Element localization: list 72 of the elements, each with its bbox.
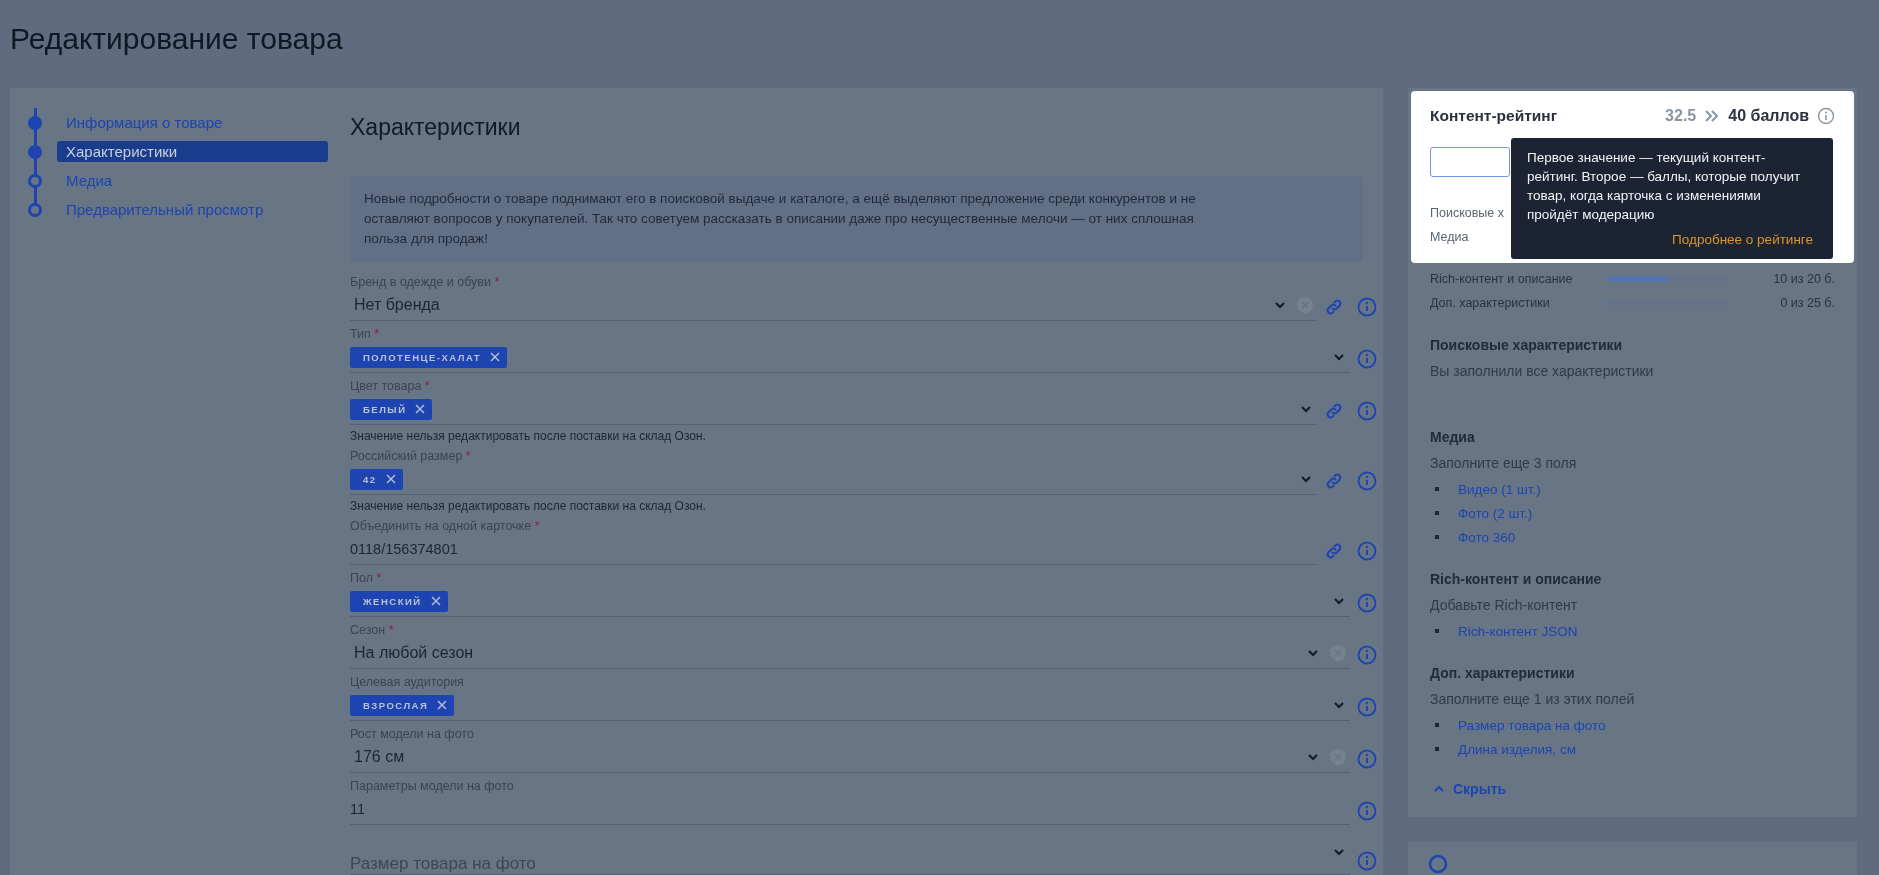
- info-icon[interactable]: [1356, 401, 1377, 421]
- rating-link[interactable]: Подробнее о рейтинге: [1672, 232, 1813, 247]
- field-note: Значение нельзя редактировать после поставки на склад Озон.: [350, 499, 707, 513]
- value-chip: ПОЛОТЕНЦЕ-ХАЛАТ: [350, 346, 508, 368]
- rating-category: Поисковые х: [1430, 206, 1505, 220]
- group-title: Медиа: [1430, 429, 1476, 445]
- field-link[interactable]: Фото 360: [1458, 529, 1516, 545]
- info-icon[interactable]: [1817, 107, 1835, 125]
- field-note: Значение нельзя редактировать после поставки на склад Озон.: [350, 429, 707, 443]
- collapse-link[interactable]: Скрыть: [1433, 781, 1507, 797]
- caret-up-icon: [1433, 784, 1445, 794]
- group-hint: Вы заполнили все характеристики: [1430, 363, 1655, 379]
- page-title: Редактирование товара: [9, 21, 344, 57]
- value-chip: 42: [350, 468, 403, 490]
- bullet-icon: [1435, 723, 1439, 727]
- info-icon[interactable]: [1356, 471, 1377, 491]
- remove-icon[interactable]: [490, 352, 501, 362]
- tooltip-text: Первое значение — текущий контент-рейтинг. Второе — баллы, которые получит товар, когда карточка с изменениями пройдёт модерацию: [1527, 149, 1802, 224]
- bullet-icon: [1435, 747, 1439, 751]
- target-score: 40 баллов: [1728, 107, 1809, 125]
- rating-score: 0 из 25 б.: [1779, 295, 1835, 312]
- field-value[interactable]: 0118/156374801: [350, 541, 1313, 557]
- bullet-icon: [1435, 487, 1439, 491]
- rating-category: Медиа: [1430, 230, 1469, 244]
- field-link[interactable]: Видео (1 шт.): [1458, 481, 1541, 497]
- info-icon[interactable]: [1356, 801, 1377, 821]
- field-link[interactable]: Размер товара на фото: [1458, 717, 1606, 733]
- info-icon[interactable]: [1356, 541, 1377, 561]
- info-icon[interactable]: [1356, 697, 1377, 717]
- remove-icon[interactable]: [385, 474, 396, 484]
- nav-item[interactable]: Предварительный просмотр: [57, 199, 328, 220]
- field-value[interactable]: На любой сезон: [350, 644, 1296, 662]
- info-icon[interactable]: [1356, 593, 1377, 613]
- field-link[interactable]: Rich-контент JSON: [1458, 623, 1578, 639]
- bullet-icon: [1435, 511, 1439, 515]
- value-chip: БЕЛЫЙ: [350, 398, 433, 420]
- circle-icon: [1428, 854, 1448, 874]
- info-icon[interactable]: [1356, 851, 1377, 871]
- double-chevron-icon: [1704, 109, 1721, 123]
- remove-icon[interactable]: [430, 596, 441, 606]
- value-chip: ЖЕНСКИЙ: [350, 590, 448, 612]
- info-icon[interactable]: [1356, 349, 1377, 369]
- input-field[interactable]: [1430, 147, 1510, 177]
- remove-icon[interactable]: [415, 404, 426, 414]
- field-value[interactable]: 176 см: [350, 748, 1296, 766]
- group-hint: Заполните еще 1 из этих полей: [1430, 691, 1636, 707]
- group-hint: Заполните еще 3 поля: [1430, 455, 1578, 471]
- info-icon[interactable]: [1356, 297, 1377, 317]
- field-value[interactable]: Нет бренда: [350, 296, 1263, 314]
- rating-score: 10 из 20 б.: [1772, 271, 1835, 288]
- group-hint: Добавьте Rich-контент: [1430, 597, 1579, 613]
- nav-item[interactable]: Характеристики: [57, 141, 328, 162]
- rating-category: Rich-контент и описание: [1430, 272, 1573, 286]
- rating-title: Контент-рейтинг: [1430, 107, 1559, 125]
- notice-text: Новые подробности о товаре поднимают его в поисковой выдаче и каталоге, а ещё выделяют предложение среди конкурентов и не оставляют вопросов у покупателей. Так что советуем рассказать в описании даже про несущественные мелочи — от них сплошная польза для продаж!: [350, 176, 1363, 262]
- bullet-icon: [1435, 629, 1439, 633]
- group-title: Доп. характеристики: [1430, 665, 1576, 681]
- field-value[interactable]: 11: [350, 801, 1346, 817]
- remove-icon[interactable]: [437, 700, 448, 710]
- info-icon[interactable]: [1356, 645, 1377, 665]
- field-link[interactable]: Фото (2 шт.): [1458, 505, 1533, 521]
- section-title: Характеристики: [350, 114, 522, 142]
- value-chip: ВЗРОСЛАЯ: [350, 694, 455, 716]
- rating-category: Доп. характеристики: [1430, 296, 1550, 310]
- nav-item[interactable]: Медиа: [57, 170, 328, 191]
- bullet-icon: [1435, 535, 1439, 539]
- nav-item[interactable]: Информация о товаре: [57, 112, 328, 133]
- group-title: Rich-контент и описание: [1430, 571, 1603, 587]
- field-link[interactable]: Длина изделия, см: [1458, 741, 1576, 757]
- current-score: 32.5: [1665, 107, 1697, 125]
- group-title: Поисковые характеристики: [1430, 337, 1624, 353]
- info-icon[interactable]: [1356, 749, 1377, 769]
